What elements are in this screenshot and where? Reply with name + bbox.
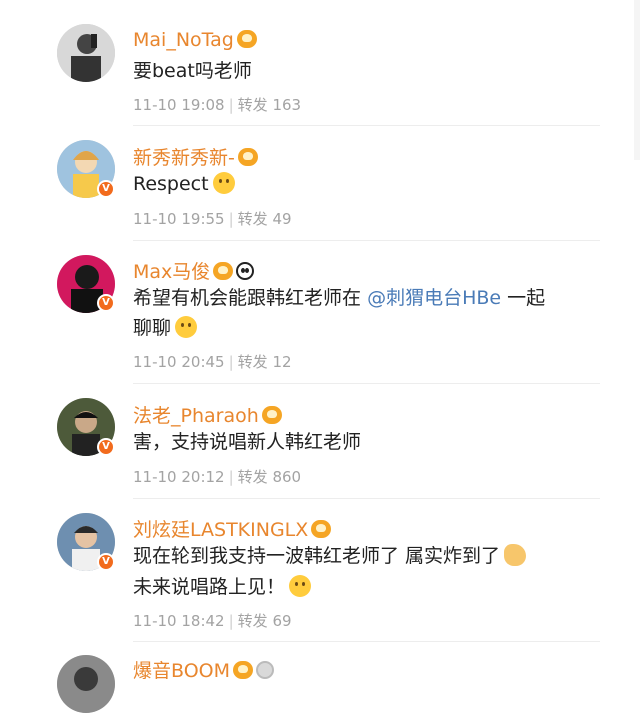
timestamp: 11-10 19:08	[133, 96, 225, 114]
comment-text: 要beat吗老师	[133, 60, 252, 82]
comment-meta: 11-10 18:42 | 转发 69	[133, 610, 292, 631]
repost-count: 860	[272, 468, 302, 486]
comment-meta: 11-10 19:08 | 转发 163	[133, 94, 301, 115]
comment-text-line2: 聊聊	[133, 313, 198, 343]
avatar[interactable]	[57, 24, 115, 82]
avatar[interactable]	[57, 655, 115, 713]
username[interactable]: 爆音BOOM	[133, 656, 275, 683]
meta-separator: |	[228, 96, 234, 114]
level-badge-icon	[236, 30, 257, 48]
repost-count: 69	[272, 612, 292, 630]
emoji-icon	[212, 172, 235, 194]
verified-icon: V	[97, 180, 115, 198]
timestamp: 11-10 20:45	[133, 353, 225, 371]
repost-button[interactable]: 转发 12	[238, 353, 292, 371]
username-text[interactable]: 爆音BOOM	[133, 660, 230, 682]
level-badge-icon	[213, 262, 234, 280]
comment-text: Respect	[133, 169, 235, 199]
mention-link[interactable]: @刺猬电台HBe	[367, 287, 501, 309]
level-badge-icon	[233, 661, 254, 679]
verified-icon: V	[97, 438, 115, 456]
emoji-icon	[175, 316, 198, 338]
comment-meta: 11-10 20:45 | 转发 12	[133, 351, 292, 372]
comment-meta: 11-10 19:55 | 转发 49	[133, 208, 292, 229]
comment-text: 现在轮到我支持一波韩红老师了 属实炸到了	[133, 541, 527, 571]
level-badge-icon	[311, 520, 332, 538]
divider	[133, 641, 600, 642]
timestamp: 11-10 20:12	[133, 468, 225, 486]
meta-separator: |	[228, 210, 234, 228]
username[interactable]: 新秀新秀新-	[133, 143, 258, 170]
meta-separator: |	[228, 612, 234, 630]
meta-separator: |	[228, 468, 234, 486]
divider	[133, 240, 600, 241]
username-text[interactable]: 法老_Pharaoh	[133, 405, 259, 427]
username-text[interactable]: Mai_NoTag	[133, 29, 234, 51]
divider	[133, 383, 600, 384]
timestamp: 11-10 18:42	[133, 612, 225, 630]
username[interactable]: Max马俊	[133, 257, 255, 284]
comment-feed: Mai_NoTag 要beat吗老师 11-10 19:08 | 转发 163 V …	[0, 0, 640, 713]
username[interactable]: Mai_NoTag	[133, 29, 257, 51]
level-badge-icon	[261, 406, 282, 424]
repost-button[interactable]: 转发 69	[238, 612, 292, 630]
username-text[interactable]: 新秀新秀新-	[133, 147, 235, 169]
comment-text-content: Respect	[133, 173, 209, 195]
verified-icon: V	[97, 294, 115, 312]
verified-icon: V	[97, 553, 115, 571]
repost-count: 163	[272, 96, 302, 114]
repost-count: 12	[272, 353, 292, 371]
clap-emoji-icon	[504, 544, 527, 566]
repost-button[interactable]: 转发 49	[238, 210, 292, 228]
timestamp: 11-10 19:55	[133, 210, 225, 228]
username[interactable]: 刘炫廷LASTKINGLX	[133, 515, 332, 542]
username-text[interactable]: Max马俊	[133, 261, 210, 283]
comment-meta: 11-10 20:12 | 转发 860	[133, 466, 301, 487]
username[interactable]: 法老_Pharaoh	[133, 401, 282, 428]
meta-separator: |	[228, 353, 234, 371]
divider	[133, 498, 600, 499]
scroll-edge	[634, 0, 640, 160]
level-badge-icon	[237, 148, 258, 166]
comment-text: 害，支持说唱新人韩红老师	[133, 431, 362, 453]
username-text[interactable]: 刘炫廷LASTKINGLX	[133, 519, 308, 541]
comment-text-line2: 未来说唱路上见！	[133, 572, 312, 602]
repost-button[interactable]: 转发 860	[238, 468, 301, 486]
emoji-icon	[289, 575, 312, 597]
repost-count: 49	[272, 210, 292, 228]
divider	[133, 125, 600, 126]
repost-button[interactable]: 转发 163	[238, 96, 301, 114]
medal-icon	[256, 661, 275, 679]
comment-text: 希望有机会能跟韩红老师在 @刺猬电台HBe 一起	[133, 287, 546, 309]
panda-emoji-icon	[236, 262, 255, 280]
